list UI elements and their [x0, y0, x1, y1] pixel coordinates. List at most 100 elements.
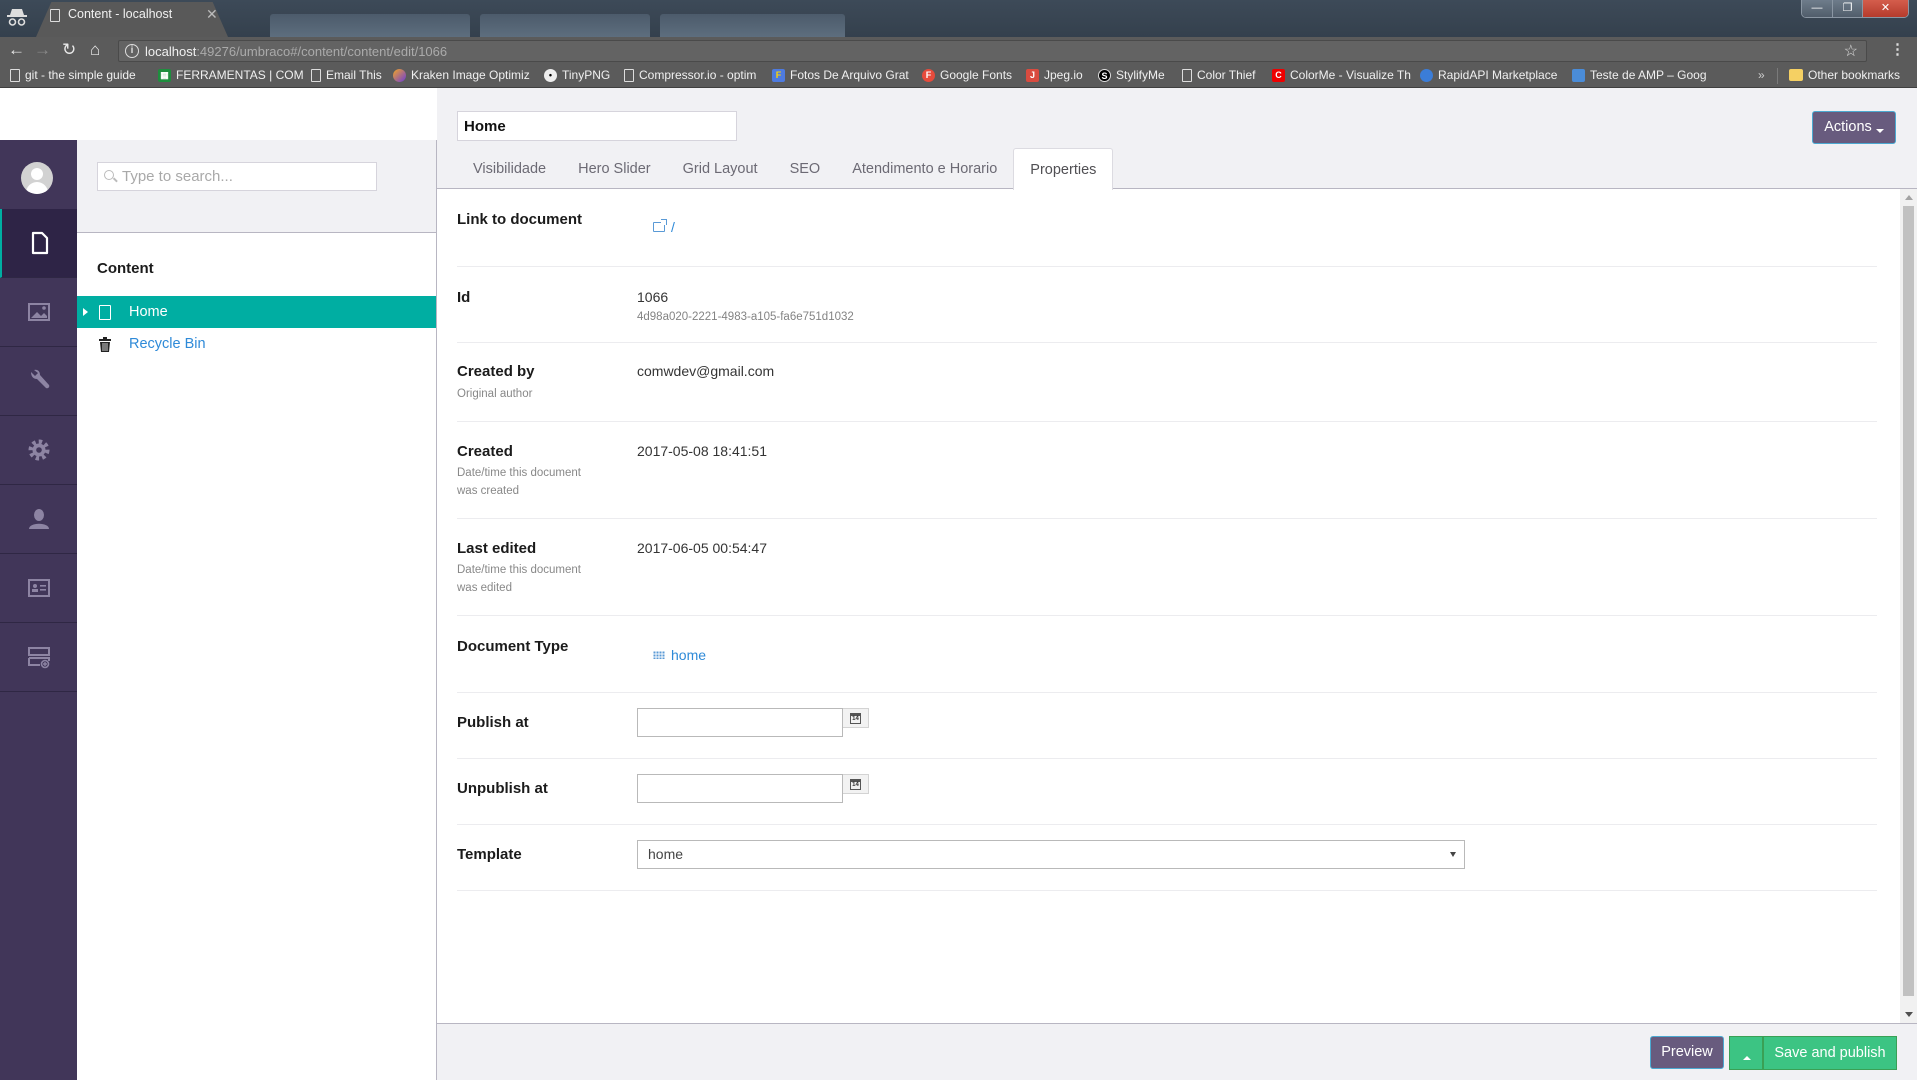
bookmark[interactable]: F Fotos De Arquivo Grat	[772, 68, 909, 82]
page-icon	[311, 68, 321, 82]
bookmark[interactable]: git - the simple guide	[10, 68, 136, 82]
scroll-down-icon[interactable]	[1905, 1012, 1913, 1017]
bookmark[interactable]: C ColorMe - Visualize Th	[1272, 68, 1411, 82]
tab-title: Content - localhost	[68, 7, 173, 21]
property-id: Id 1066 4d98a020-2221-4983-a105-fa6e751d…	[457, 267, 1877, 343]
app-header-strip	[0, 88, 437, 140]
bookmark[interactable]: Teste de AMP – Goog	[1572, 68, 1707, 82]
nav-settings[interactable]	[0, 347, 77, 416]
reload-icon[interactable]: ↻	[62, 40, 76, 60]
url-input[interactable]: i localhost:49276/umbraco#/content/conte…	[118, 40, 1867, 62]
forward-icon[interactable]: →	[34, 40, 51, 60]
background-tab	[480, 14, 650, 37]
browser-titlebar: Content - localhost ✕ — ❐ ✕	[0, 0, 1917, 37]
bookmarks-separator	[1777, 68, 1778, 84]
bookmarks-bar: git - the simple guide ▦ FERRAMENTAS | CO…	[0, 64, 1917, 88]
browser-menu-icon[interactable]: ⋮	[1890, 40, 1905, 58]
content-name-input[interactable]	[457, 111, 737, 141]
property-description: Date/time this document was created	[457, 467, 582, 497]
bookmark[interactable]: Compressor.io - optim	[624, 68, 756, 82]
bookmark[interactable]: Kraken Image Optimiz	[393, 68, 530, 82]
property-label: Created	[457, 443, 513, 460]
id-card-icon	[27, 579, 50, 597]
nav-users[interactable]	[0, 485, 77, 554]
bookmark[interactable]: ▦ FERRAMENTAS | COM	[158, 68, 304, 82]
external-link-icon	[653, 219, 667, 232]
nav-members[interactable]	[0, 554, 77, 623]
created-by-value: comwdev@gmail.com	[637, 363, 775, 379]
tab-seo[interactable]: SEO	[774, 148, 837, 189]
nav-media[interactable]	[0, 278, 77, 347]
search-icon	[104, 170, 114, 180]
tab-grid-layout[interactable]: Grid Layout	[667, 148, 774, 189]
properties-panel: Link to document / Id 1066 4d98a020-2221…	[457, 189, 1877, 891]
expand-arrow-icon[interactable]	[83, 308, 88, 316]
nav-developer[interactable]	[0, 416, 77, 485]
other-bookmarks[interactable]: Other bookmarks	[1789, 68, 1900, 82]
preview-button[interactable]: Preview	[1650, 1036, 1724, 1069]
document-icon	[99, 304, 111, 320]
property-description: Original author	[457, 388, 533, 400]
folder-icon	[1789, 69, 1803, 81]
bookmark[interactable]: • TinyPNG	[544, 68, 610, 82]
save-and-publish-button[interactable]: Save and publish	[1763, 1036, 1897, 1070]
minimize-button[interactable]: —	[1802, 0, 1832, 17]
stylify-icon: S	[1098, 68, 1111, 82]
colorme-icon: C	[1272, 68, 1285, 82]
doc-type-icon	[653, 651, 665, 659]
editor-scrollbar[interactable]	[1900, 189, 1917, 1023]
property-label: Id	[457, 289, 471, 306]
nav-forms[interactable]	[0, 623, 77, 692]
tree-node-recycle-bin[interactable]: Recycle Bin	[77, 328, 436, 360]
property-unpublish-at: Unpublish at 14	[457, 759, 1877, 825]
tab-close-icon[interactable]: ✕	[206, 6, 218, 23]
fotos-icon: F	[772, 68, 785, 82]
scroll-thumb[interactable]	[1903, 206, 1914, 996]
nav-content[interactable]	[0, 209, 77, 278]
editor-tabs: Visibilidade Hero Slider Grid Layout SEO…	[457, 148, 1114, 190]
publish-at-calendar-button[interactable]: 14	[843, 708, 869, 728]
bookmark-star-icon[interactable]: ☆	[1844, 41, 1858, 61]
window-close-button[interactable]: ✕	[1862, 0, 1908, 17]
tab-hero-slider[interactable]: Hero Slider	[562, 148, 667, 189]
sheets-icon: ▦	[158, 68, 171, 82]
unpublish-at-input[interactable]	[637, 774, 843, 803]
scroll-up-icon[interactable]	[1905, 195, 1913, 200]
tree-node-label: Home	[129, 304, 168, 320]
bookmark[interactable]: S StylifyMe	[1098, 68, 1165, 82]
guid-value: 4d98a020-2221-4983-a105-fa6e751d1032	[637, 311, 854, 323]
bookmark[interactable]: F Google Fonts	[922, 68, 1012, 82]
amp-icon	[1572, 68, 1585, 82]
editor-footer: Preview Save and publish	[437, 1023, 1917, 1080]
tree-node-home[interactable]: Home	[77, 296, 436, 328]
search-input[interactable]	[122, 163, 372, 190]
document-type-link[interactable]: home	[653, 647, 706, 663]
tree-search[interactable]	[97, 162, 377, 191]
property-created: Created Date/time this document was crea…	[457, 422, 1877, 519]
tab-atendimento[interactable]: Atendimento e Horario	[836, 148, 1013, 189]
document-link[interactable]: /	[653, 219, 675, 235]
info-icon[interactable]: i	[125, 44, 139, 58]
bookmark[interactable]: Color Thief	[1182, 68, 1255, 82]
publish-at-input[interactable]	[637, 708, 843, 737]
user-avatar[interactable]	[21, 162, 53, 194]
actions-button[interactable]: Actions	[1812, 111, 1896, 144]
url-text: localhost:49276/umbraco#/content/content…	[145, 44, 448, 59]
back-icon[interactable]: ←	[8, 40, 25, 60]
bookmark[interactable]: J Jpeg.io	[1026, 68, 1083, 82]
property-label: Template	[457, 846, 522, 863]
unpublish-at-calendar-button[interactable]: 14	[843, 774, 869, 794]
tab-visibilidade[interactable]: Visibilidade	[457, 148, 562, 189]
tab-properties[interactable]: Properties	[1013, 148, 1114, 190]
home-icon[interactable]: ⌂	[90, 40, 100, 60]
property-template: Template home	[457, 825, 1877, 891]
google-fonts-icon: F	[922, 68, 935, 82]
bookmarks-overflow-button[interactable]: »	[1758, 68, 1765, 82]
publish-options-button[interactable]	[1729, 1036, 1763, 1070]
restore-button[interactable]: ❐	[1832, 0, 1862, 17]
template-select[interactable]: home	[637, 840, 1465, 869]
page-icon	[1182, 68, 1192, 82]
bookmark[interactable]: RapidAPI Marketplace	[1420, 68, 1557, 82]
page-icon	[10, 68, 20, 82]
bookmark[interactable]: Email This	[311, 68, 382, 82]
